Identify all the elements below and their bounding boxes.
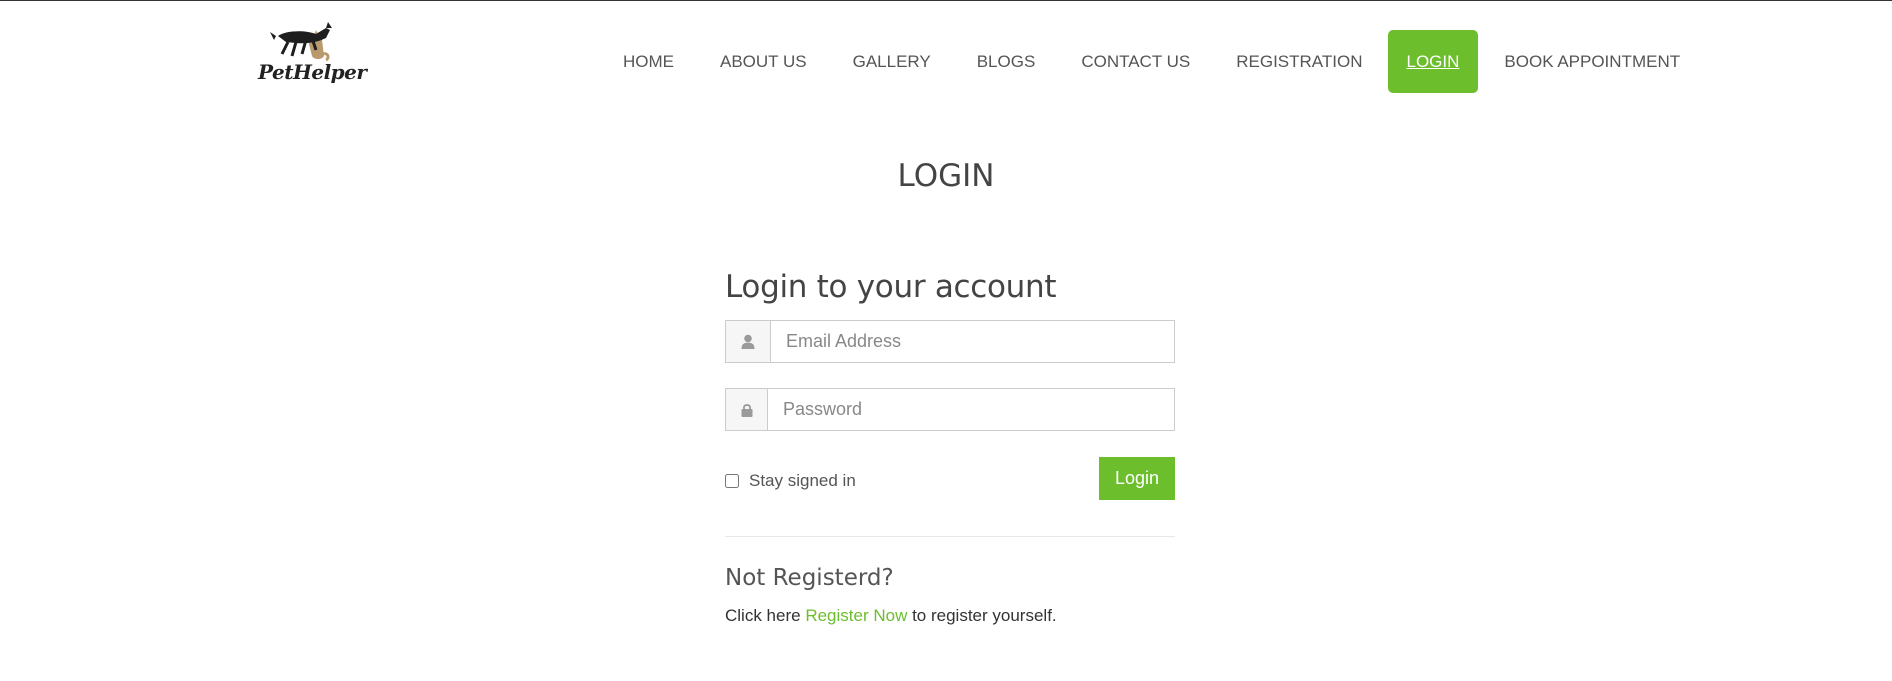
nav-home[interactable]: HOME: [600, 30, 697, 93]
nav-login[interactable]: LOGIN: [1387, 30, 1479, 93]
logo-text: PetHelper: [258, 60, 367, 84]
register-now-link[interactable]: Register Now: [805, 606, 907, 625]
stay-signed-in-label: Stay signed in: [749, 471, 856, 490]
stay-signed-in[interactable]: Stay signed in: [725, 471, 856, 491]
login-heading: Login to your account: [725, 269, 1057, 305]
nav-contact-us[interactable]: CONTACT US: [1058, 30, 1213, 93]
not-registered-heading: Not Registerd?: [725, 565, 894, 591]
nav-registration[interactable]: REGISTRATION: [1213, 30, 1385, 93]
register-suffix: to register yourself.: [907, 606, 1057, 625]
register-prompt: Click here Register Now to register your…: [725, 606, 1175, 626]
nav-about-us[interactable]: ABOUT US: [697, 30, 830, 93]
nav-blogs[interactable]: BLOGS: [954, 30, 1059, 93]
password-field[interactable]: [768, 389, 1174, 430]
main-nav: HOME ABOUT US GALLERY BLOGS CONTACT US R…: [600, 30, 1703, 93]
email-input-group: [725, 320, 1175, 363]
email-field[interactable]: [771, 321, 1174, 362]
stay-signed-in-checkbox[interactable]: [725, 474, 739, 488]
lock-icon: [726, 389, 768, 430]
password-input-group: [725, 388, 1175, 431]
form-actions: Stay signed in Login: [725, 457, 1175, 502]
nav-book-appointment[interactable]: BOOK APPOINTMENT: [1481, 30, 1703, 93]
dog-cat-logo-icon: [270, 22, 332, 62]
login-form: Login to your account Stay signed in Log…: [725, 265, 1175, 626]
logo[interactable]: PetHelper: [256, 18, 367, 88]
page-title: LOGIN: [897, 158, 995, 194]
register-prefix: Click here: [725, 606, 806, 625]
nav-gallery[interactable]: GALLERY: [830, 30, 954, 93]
login-button[interactable]: Login: [1099, 457, 1175, 500]
top-border: [0, 0, 1892, 1]
divider: [725, 536, 1175, 537]
user-icon: [726, 321, 771, 362]
